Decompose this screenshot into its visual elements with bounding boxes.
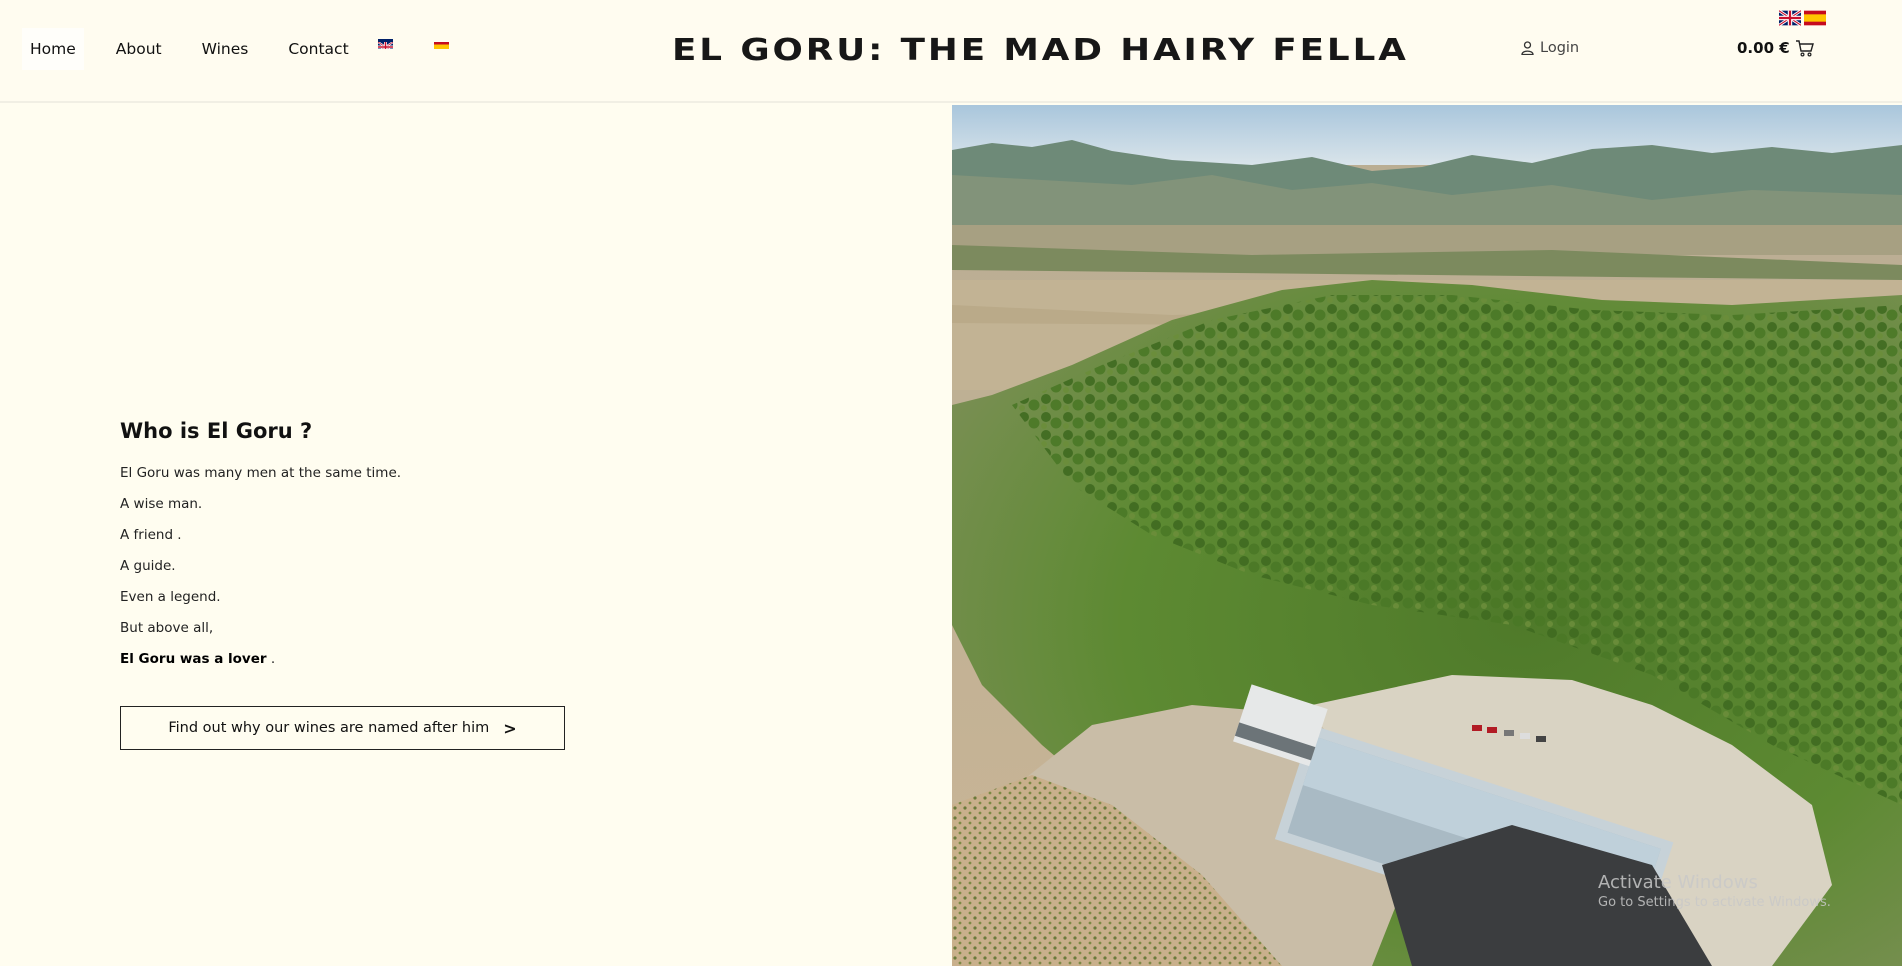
login-label: Login xyxy=(1540,40,1580,56)
text-line: A guide. xyxy=(120,558,176,574)
spain-flag-icon[interactable] xyxy=(434,39,449,49)
cart-total: 0.00 € xyxy=(1737,39,1790,57)
about-section: Who is El Goru ? El Goru was many men at… xyxy=(120,419,640,682)
spain-flag-icon[interactable] xyxy=(1804,10,1826,26)
uk-flag-icon[interactable] xyxy=(1779,10,1801,26)
bold-text: El Goru was a lover xyxy=(120,651,267,667)
text-tail: . xyxy=(266,651,276,667)
cart-icon xyxy=(1795,40,1814,57)
site-header: Home About Wines Contact EL GORU: THE MA… xyxy=(0,0,1902,103)
section-heading: Who is El Goru ? xyxy=(120,419,313,443)
watermark-title: Activate Windows xyxy=(1598,872,1758,893)
user-icon xyxy=(1521,41,1534,55)
chevron-right-icon: > xyxy=(503,718,517,738)
text-line: El Goru was many men at the same time. xyxy=(120,465,402,481)
nav-contact[interactable]: Contact xyxy=(280,28,356,70)
nav-about[interactable]: About xyxy=(108,28,170,70)
find-out-button[interactable]: Find out why our wines are named after h… xyxy=(120,706,565,750)
watermark-subtitle: Go to Settings to activate Windows. xyxy=(1598,895,1831,910)
text-line: Even a legend. xyxy=(120,589,221,605)
activation-watermark: Activate Windows Go to Settings to activ… xyxy=(1598,872,1831,910)
nav-home[interactable]: Home xyxy=(22,28,84,70)
cart-button[interactable]: 0.00 € xyxy=(1737,39,1815,57)
text-line-final: El Goru was a lover . xyxy=(120,651,640,682)
winery-aerial-image xyxy=(952,105,1902,966)
login-link[interactable]: Login xyxy=(1521,40,1579,56)
site-title[interactable]: EL GORU: THE MAD HAIRY FELLA xyxy=(672,33,1409,68)
uk-flag-icon[interactable] xyxy=(378,39,393,49)
main-nav: Home About Wines Contact xyxy=(22,28,381,70)
cta-label: Find out why our wines are named after h… xyxy=(168,720,490,736)
nav-wines[interactable]: Wines xyxy=(194,28,257,70)
text-line: A wise man. xyxy=(120,496,203,512)
text-line: A friend . xyxy=(120,527,182,543)
text-line: But above all, xyxy=(120,620,214,636)
